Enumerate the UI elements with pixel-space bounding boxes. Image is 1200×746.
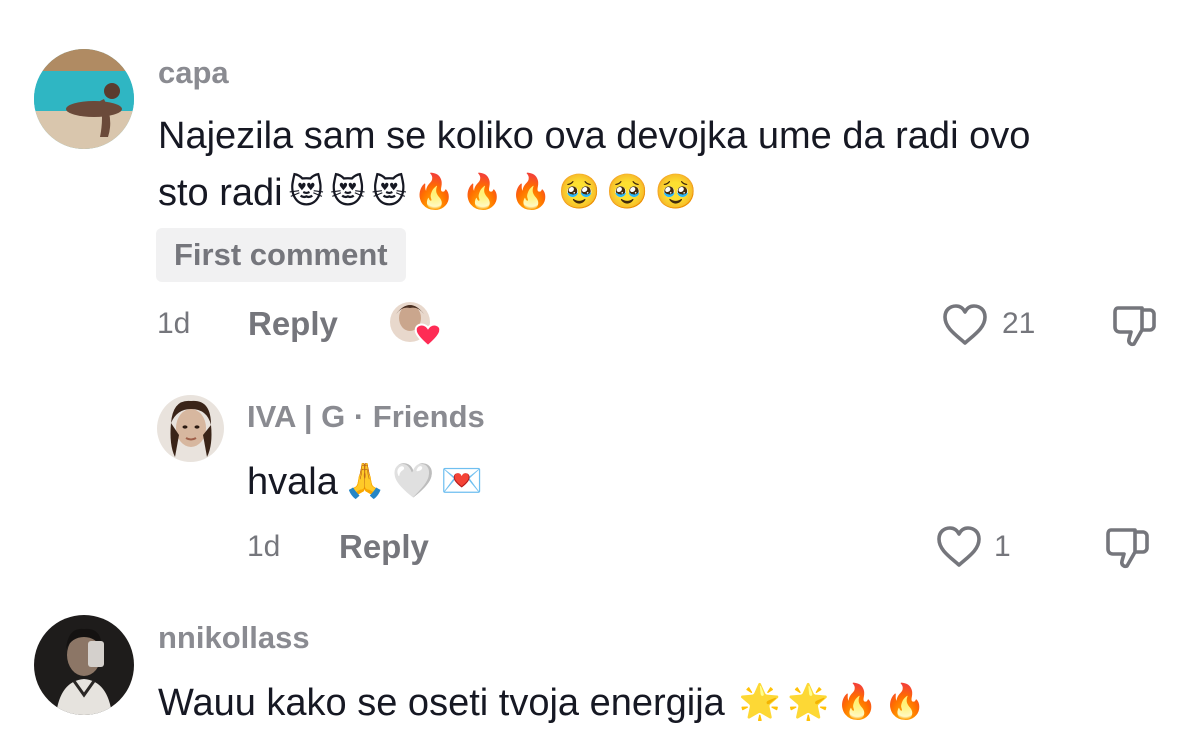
first-comment-badge: First comment — [156, 228, 406, 282]
heart-eyes-cat-emoji: 😻 — [330, 172, 366, 212]
avatar-image — [157, 395, 224, 462]
avatar-image — [34, 615, 134, 715]
pleading-face-emoji: 🥹 — [654, 172, 698, 212]
comment-time: 1d — [247, 530, 281, 563]
reply-button[interactable]: Reply — [339, 528, 429, 566]
thumbs-down-icon[interactable] — [1105, 526, 1151, 570]
comment-time: 1d — [157, 307, 191, 340]
glowing-star-emoji: 🌟 — [787, 682, 830, 722]
comment-text: hvala 🙏 🤍 💌 — [247, 452, 483, 511]
comment-username[interactable]: capa — [158, 55, 229, 91]
comment-username[interactable]: IVA | G · Friends — [247, 399, 485, 435]
like-count: 21 — [1002, 307, 1036, 340]
avatar-image — [34, 49, 134, 149]
avatar[interactable] — [34, 49, 134, 149]
love-letter-emoji: 💌 — [440, 461, 483, 501]
reply-button[interactable]: Reply — [248, 305, 338, 343]
comment-username[interactable]: nnikollass — [158, 620, 310, 656]
comment-text-line: Najezila sam se koliko ova devojka ume d… — [158, 115, 1031, 157]
fire-emoji: 🔥 — [835, 682, 878, 722]
comment-text: Najezila sam se koliko ova devojka ume d… — [158, 107, 1030, 165]
fire-emoji: 🔥 — [461, 172, 504, 212]
fire-emoji: 🔥 — [883, 682, 927, 722]
heart-outline-icon[interactable] — [942, 304, 988, 346]
pleading-face-emoji: 🥹 — [558, 172, 601, 212]
avatar[interactable] — [157, 395, 224, 462]
fire-emoji: 🔥 — [412, 172, 456, 212]
comment-text-line: Wauu kako se oseti tvoja energija — [158, 682, 725, 724]
avatar[interactable] — [34, 615, 134, 715]
creator-heart-avatar-icon — [388, 300, 444, 350]
glowing-star-emoji: 🌟 — [738, 682, 782, 722]
comment-text-line: sto radi — [158, 172, 283, 214]
thumbs-down-icon[interactable] — [1112, 304, 1158, 348]
like-count: 1 — [994, 530, 1011, 563]
comment-text: Wauu kako se oseti tvoja energija 🌟 🌟 🔥 🔥 — [158, 673, 926, 732]
white-heart-emoji: 🤍 — [392, 461, 435, 501]
pleading-face-emoji: 🥹 — [606, 172, 649, 212]
heart-eyes-cat-emoji: 😻 — [371, 172, 407, 212]
heart-eyes-cat-emoji: 😻 — [288, 172, 325, 212]
fire-emoji: 🔥 — [509, 172, 553, 212]
comment-text-line: hvala — [247, 461, 338, 503]
comment-text: sto radi 😻 😻 😻 🔥 🔥 🔥 🥹 🥹 🥹 — [158, 163, 697, 222]
heart-outline-icon[interactable] — [936, 526, 982, 568]
folded-hands-emoji: 🙏 — [343, 461, 387, 501]
